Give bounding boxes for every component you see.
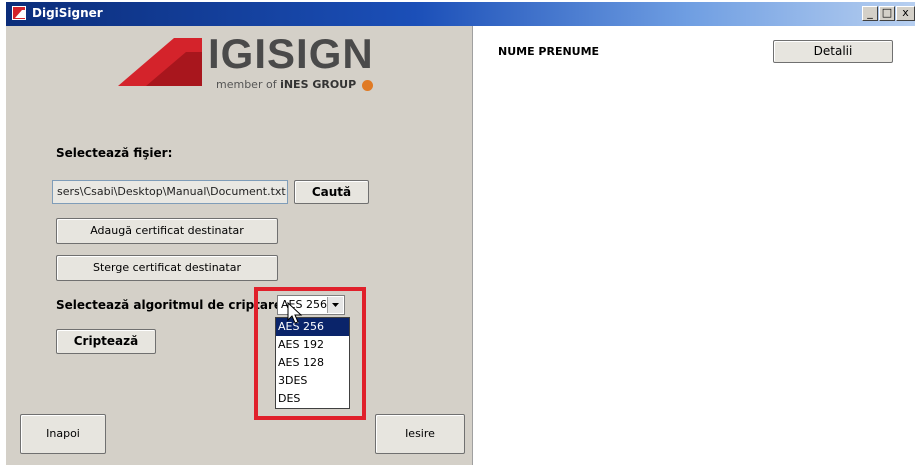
app-icon (12, 6, 26, 20)
column-header-name: NUME PRENUME (498, 45, 600, 58)
remove-certificate-button[interactable]: Sterge certificat destinatar (56, 255, 278, 281)
maximize-button[interactable]: □ (879, 6, 895, 21)
algorithm-label: Selectează algoritmul de criptare: (56, 298, 287, 312)
close-button[interactable]: x (896, 6, 915, 21)
details-button[interactable]: Detalii (773, 40, 893, 63)
ines-logo-icon (361, 79, 373, 91)
exit-button[interactable]: Iesire (375, 414, 465, 454)
window-title: DigiSigner (32, 6, 103, 20)
browse-button[interactable]: Caută (294, 180, 369, 204)
add-certificate-button[interactable]: Adaugă certificat destinatar (56, 218, 278, 244)
recipients-panel (472, 26, 915, 465)
logo-text: IGISIGN (208, 30, 374, 77)
mouse-cursor-icon (287, 301, 307, 326)
logo-tagline: member of iNES GROUP (216, 78, 373, 91)
encrypt-button[interactable]: Criptează (56, 329, 156, 354)
title-bar: DigiSigner _ □ x (6, 2, 915, 26)
logo-tagline-prefix: member of (216, 78, 281, 91)
minimize-button[interactable]: _ (862, 6, 878, 21)
logo-tagline-brand: iNES GROUP (280, 78, 357, 91)
back-button[interactable]: Inapoi (20, 414, 106, 454)
digisign-logo: IGISIGN member of iNES GROUP (116, 30, 376, 96)
highlight-box (254, 287, 366, 420)
select-file-label: Selectează fişier: (56, 146, 173, 160)
file-path-field[interactable]: sers\Csabi\Desktop\Manual\Document.txt (52, 180, 288, 204)
